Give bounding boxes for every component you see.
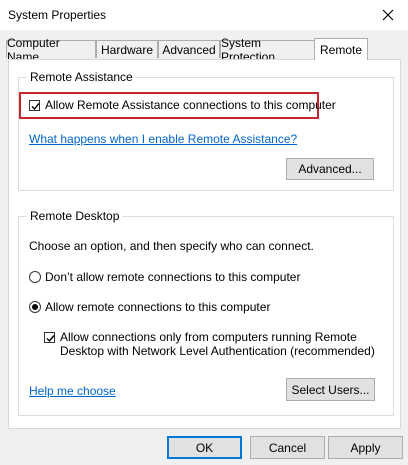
button-label: Apply bbox=[350, 440, 381, 455]
advanced-button[interactable]: Advanced... bbox=[286, 158, 374, 180]
button-label: Advanced... bbox=[298, 162, 362, 176]
remote-desktop-instruction: Choose an option, and then specify who c… bbox=[29, 239, 314, 253]
tab-system-protection[interactable]: System Protection bbox=[220, 36, 316, 64]
help-me-choose-link[interactable]: Help me choose bbox=[29, 384, 116, 398]
dont-allow-label[interactable]: Don’t allow remote connections to this c… bbox=[45, 270, 300, 284]
tab-computer-name[interactable]: Computer Name bbox=[6, 36, 96, 64]
tab-label: Remote bbox=[319, 42, 363, 57]
remote-assistance-help-link[interactable]: What happens when I enable Remote Assist… bbox=[29, 132, 297, 146]
ok-button[interactable]: OK bbox=[167, 436, 242, 459]
window-title: System Properties bbox=[8, 8, 107, 22]
nla-label-line2[interactable]: Desktop with Network Level Authenticatio… bbox=[60, 344, 375, 358]
tab-panel-remote: Remote Assistance Allow Remote Assistanc… bbox=[8, 59, 401, 429]
radio-selected-dot bbox=[32, 304, 38, 310]
remote-desktop-legend: Remote Desktop bbox=[27, 209, 123, 223]
allow-remote-assistance-checkbox[interactable] bbox=[29, 100, 40, 111]
button-label: OK bbox=[195, 440, 214, 455]
title-bar: System Properties bbox=[0, 0, 408, 30]
close-icon bbox=[382, 9, 394, 21]
tab-hardware[interactable]: Hardware bbox=[96, 40, 158, 58]
close-button[interactable] bbox=[368, 0, 408, 30]
nla-checkbox[interactable] bbox=[44, 332, 55, 343]
check-icon bbox=[31, 103, 40, 111]
dont-allow-radio[interactable] bbox=[29, 271, 41, 283]
tab-advanced[interactable]: Advanced bbox=[158, 40, 220, 58]
tab-remote[interactable]: Remote bbox=[314, 38, 368, 60]
allow-remote-label[interactable]: Allow remote connections to this compute… bbox=[45, 300, 270, 314]
allow-remote-radio[interactable] bbox=[29, 301, 41, 313]
remote-assistance-legend: Remote Assistance bbox=[27, 70, 136, 84]
check-icon bbox=[46, 335, 55, 343]
apply-button[interactable]: Apply bbox=[328, 436, 403, 459]
nla-label-line1[interactable]: Allow connections only from computers ru… bbox=[60, 330, 357, 344]
button-label: Cancel bbox=[268, 440, 307, 455]
select-users-button[interactable]: Select Users... bbox=[286, 378, 375, 401]
tab-strip: Computer Name Hardware Advanced System P… bbox=[6, 36, 402, 64]
tab-label: Hardware bbox=[100, 42, 154, 57]
cancel-button[interactable]: Cancel bbox=[250, 436, 325, 459]
allow-remote-assistance-label[interactable]: Allow Remote Assistance connections to t… bbox=[45, 98, 336, 112]
button-label: Select Users... bbox=[291, 382, 370, 397]
tab-label: Advanced bbox=[162, 42, 216, 57]
